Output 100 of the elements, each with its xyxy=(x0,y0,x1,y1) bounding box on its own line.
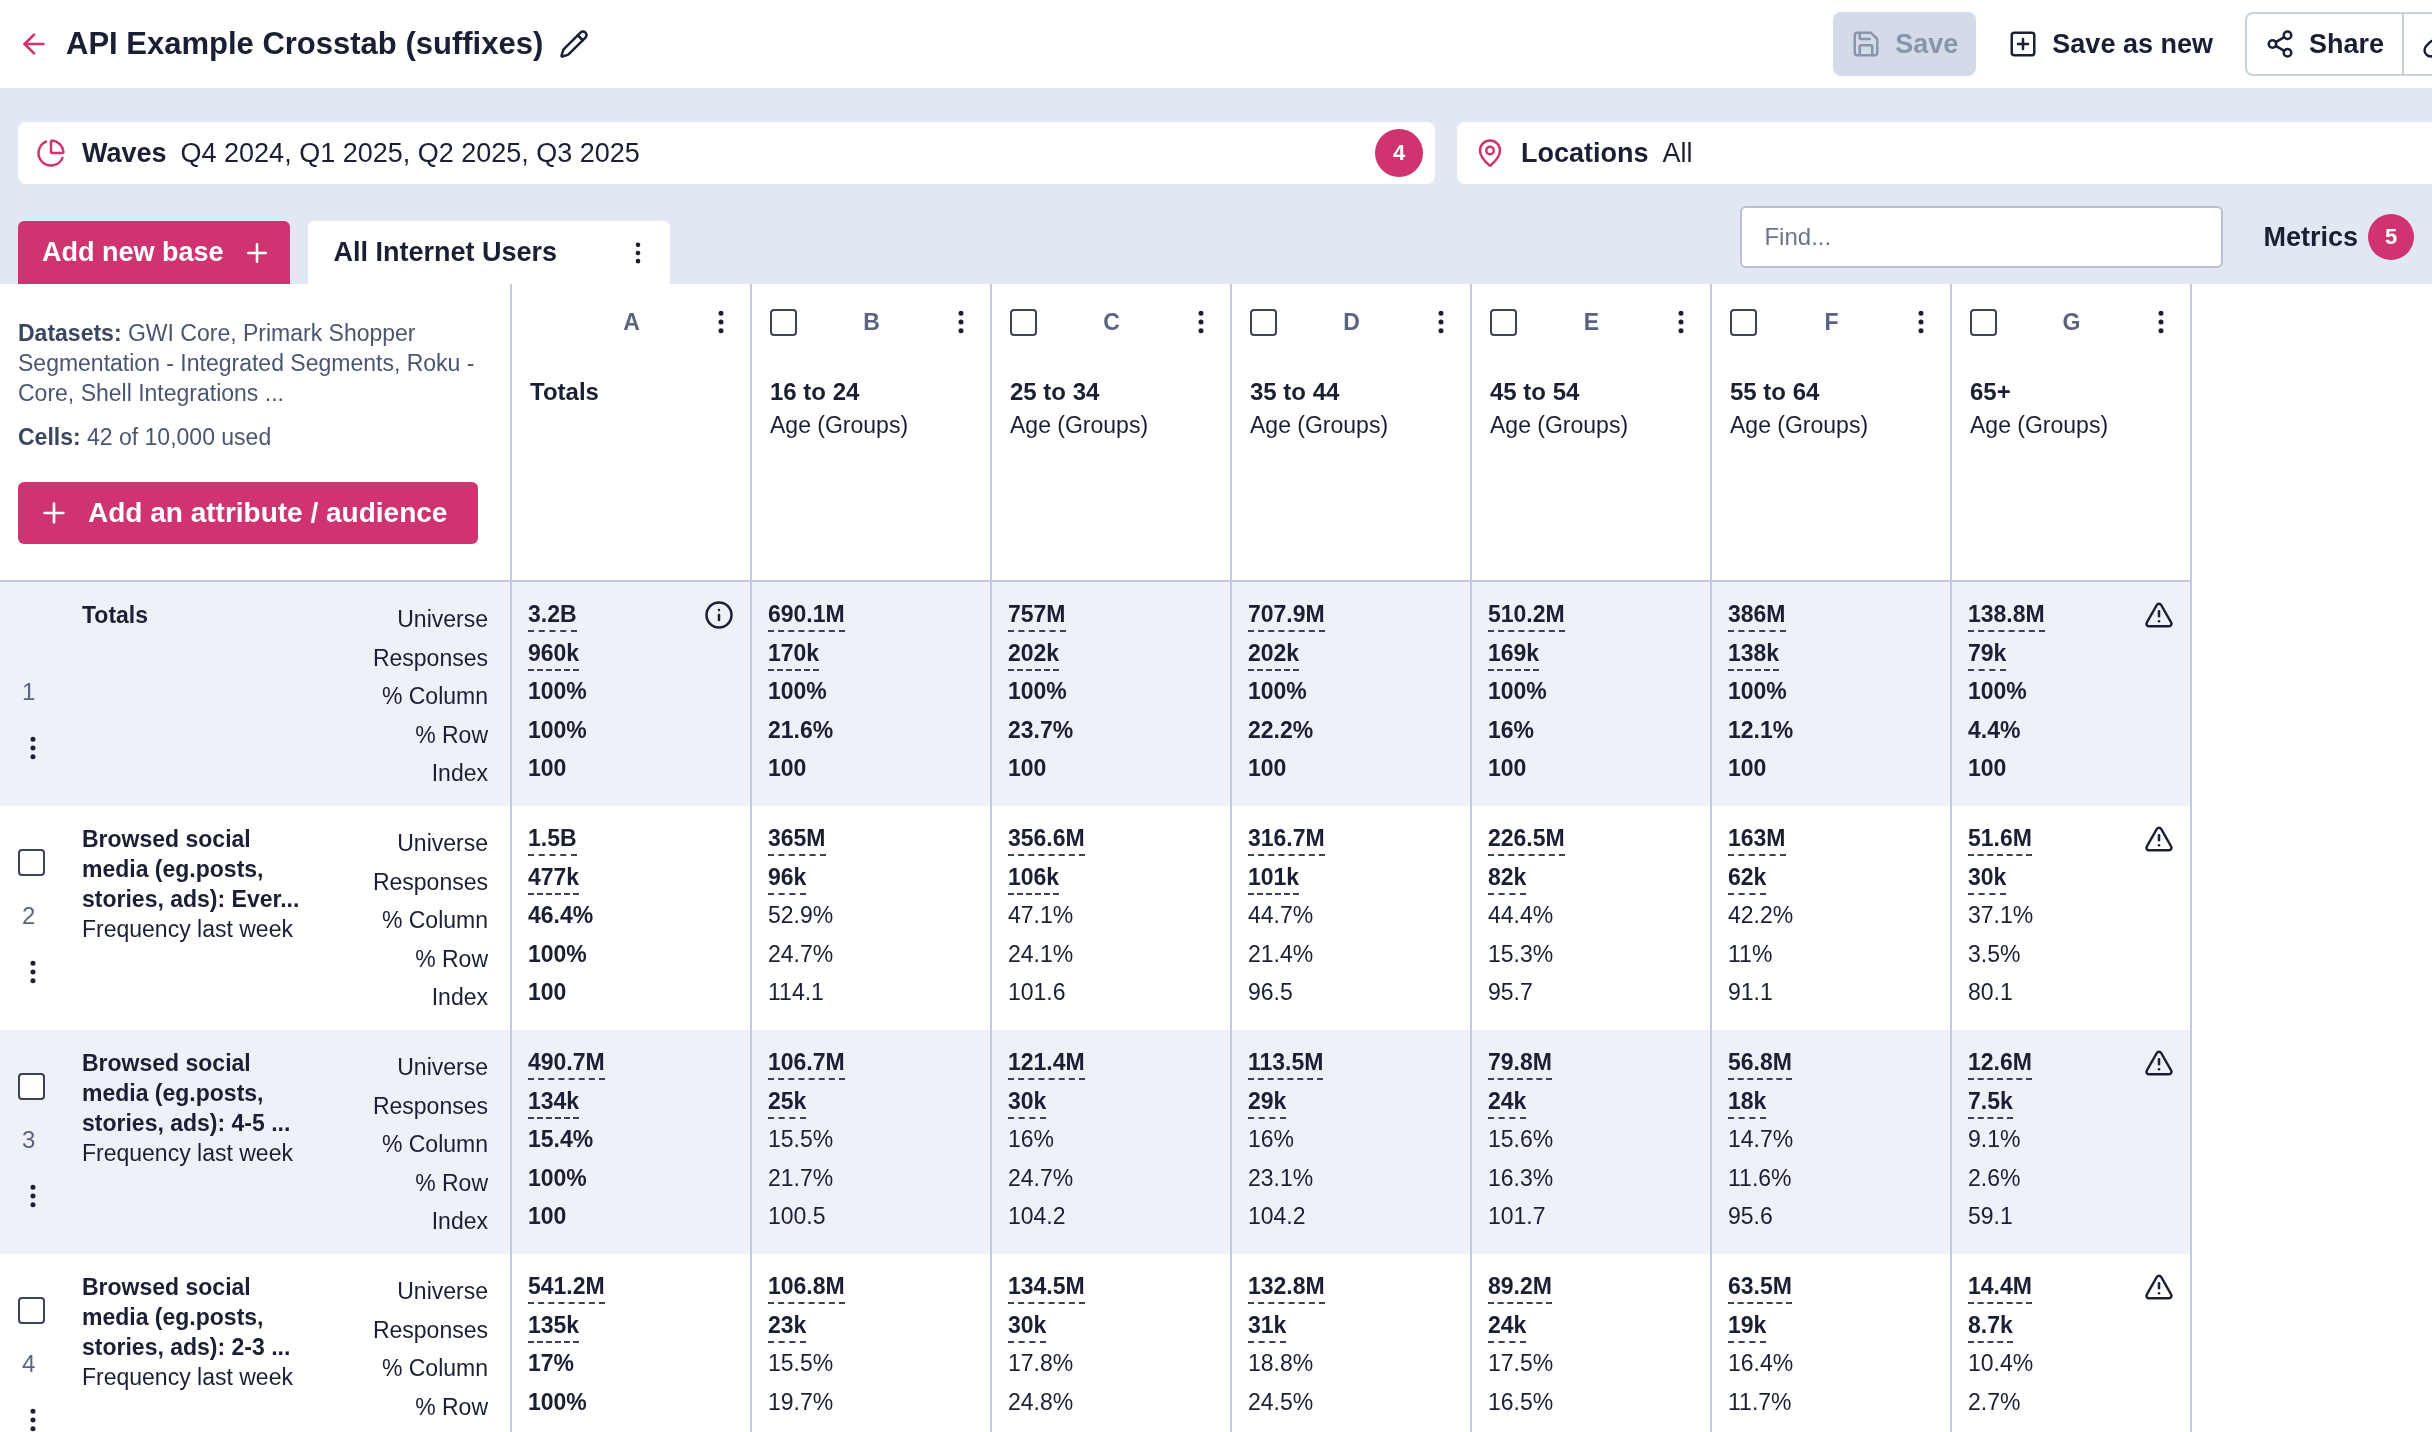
metric-label: Responses xyxy=(372,1091,488,1121)
cell-value: 9.1% xyxy=(1968,1125,2021,1154)
cell-value[interactable]: 19k xyxy=(1728,1306,1767,1343)
cell-value[interactable]: 134.5M xyxy=(1008,1268,1085,1304)
cell-value[interactable]: 24k xyxy=(1488,1306,1527,1343)
cell-value[interactable]: 135k xyxy=(528,1306,580,1343)
cell-value[interactable]: 79.8M xyxy=(1488,1044,1552,1080)
add-base-button[interactable]: Add new base xyxy=(18,221,290,284)
cell-value: 104.2 xyxy=(1008,1202,1066,1231)
column-checkbox[interactable] xyxy=(1970,308,1997,336)
cell-value[interactable]: 386M xyxy=(1728,596,1786,632)
metric-label: Index xyxy=(431,983,488,1012)
cell-value[interactable]: 510.2M xyxy=(1488,596,1565,632)
cell-value[interactable]: 132.8M xyxy=(1248,1268,1325,1304)
cell-value[interactable]: 356.6M xyxy=(1008,820,1085,856)
waves-filter[interactable]: Waves Q4 2024, Q1 2025, Q2 2025, Q3 2025 4 xyxy=(18,122,1435,184)
cell-value[interactable]: 365M xyxy=(768,820,826,856)
cell-value[interactable]: 202k xyxy=(1248,634,1300,671)
warning-icon[interactable] xyxy=(2144,1272,2174,1302)
cell-value[interactable]: 170k xyxy=(768,634,820,671)
cell-value: 59.1 xyxy=(1968,1202,2013,1231)
cell-value[interactable]: 24k xyxy=(1488,1082,1527,1119)
cell-value[interactable]: 79k xyxy=(1968,634,2007,671)
cell-value[interactable]: 541.2M xyxy=(528,1268,605,1304)
cell-value: 18.8% xyxy=(1248,1349,1314,1378)
cell-value: 52.9% xyxy=(768,901,834,930)
cell-value[interactable]: 101k xyxy=(1248,858,1300,895)
cell-value: 95.6 xyxy=(1728,1202,1773,1231)
cell-value[interactable]: 18k xyxy=(1728,1082,1767,1119)
cell-value[interactable]: 757M xyxy=(1008,596,1066,632)
cell-value[interactable]: 14.4M xyxy=(1968,1268,2032,1304)
row-checkbox[interactable] xyxy=(18,1072,45,1100)
cell-value[interactable]: 202k xyxy=(1008,634,1060,671)
cell-value: 22.2% xyxy=(1248,715,1314,745)
find-field[interactable]: Find... xyxy=(1740,206,2224,268)
column-checkbox[interactable] xyxy=(1490,308,1517,336)
cell-value[interactable]: 63.5M xyxy=(1728,1268,1792,1304)
cell-value[interactable]: 960k xyxy=(528,634,580,671)
cell-value: 47.1% xyxy=(1008,901,1074,930)
cell-value[interactable]: 3.2B xyxy=(528,596,577,632)
cell-value[interactable]: 30k xyxy=(1008,1082,1047,1119)
column-checkbox[interactable] xyxy=(1010,308,1037,336)
cell-value[interactable]: 89.2M xyxy=(1488,1268,1552,1304)
cell-value[interactable]: 30k xyxy=(1008,1306,1047,1343)
column-checkbox[interactable] xyxy=(1250,308,1277,336)
cell-value[interactable]: 138k xyxy=(1728,634,1780,671)
cell-value[interactable]: 23k xyxy=(768,1306,807,1343)
cell-value[interactable]: 12.6M xyxy=(1968,1044,2032,1080)
base-tab[interactable]: All Internet Users xyxy=(307,221,670,284)
cell-value[interactable]: 707.9M xyxy=(1248,596,1325,632)
column-title: 16 to 24 xyxy=(770,378,861,406)
warning-icon[interactable] xyxy=(2144,824,2174,854)
info-icon[interactable] xyxy=(704,600,734,630)
column-title: 35 to 44 xyxy=(1250,378,1341,406)
cell-value[interactable]: 62k xyxy=(1728,858,1767,895)
column-letter: E xyxy=(1582,308,1601,336)
cell-value[interactable]: 121.4M xyxy=(1008,1044,1085,1080)
cell-value[interactable]: 1.5B xyxy=(528,820,577,856)
column-checkbox[interactable] xyxy=(770,308,797,336)
cell-value[interactable]: 31k xyxy=(1248,1306,1287,1343)
locations-filter[interactable]: Locations All xyxy=(1457,122,2432,184)
cell-value: 17% xyxy=(528,1349,575,1378)
cell-value[interactable]: 169k xyxy=(1488,634,1540,671)
cell-value[interactable]: 316.7M xyxy=(1248,820,1325,856)
row-subtitle: Frequency last week xyxy=(82,1363,294,1392)
cell-value[interactable]: 106k xyxy=(1008,858,1060,895)
metrics-button[interactable]: Metrics 5 xyxy=(2263,214,2414,260)
cell-value[interactable]: 163M xyxy=(1728,820,1786,856)
cell-value[interactable]: 490.7M xyxy=(528,1044,605,1080)
edit-title-button[interactable] xyxy=(559,29,590,59)
cell-value: 15.6% xyxy=(1488,1125,1554,1154)
cell-value: 100.5 xyxy=(768,1202,826,1231)
cell-value[interactable]: 30k xyxy=(1968,858,2007,895)
cell-value[interactable]: 134k xyxy=(528,1082,580,1119)
cell-value[interactable]: 477k xyxy=(528,858,580,895)
cell-value[interactable]: 29k xyxy=(1248,1082,1287,1119)
column-checkbox[interactable] xyxy=(1730,308,1757,336)
cell-value[interactable]: 690.1M xyxy=(768,596,845,632)
cell-value[interactable]: 106.7M xyxy=(768,1044,845,1080)
cell-value[interactable]: 82k xyxy=(1488,858,1527,895)
column-subtitle: Age (Groups) xyxy=(1010,412,1150,439)
cell-value[interactable]: 7.5k xyxy=(1968,1082,2013,1119)
cell-value[interactable]: 25k xyxy=(768,1082,807,1119)
row-checkbox[interactable] xyxy=(18,1296,45,1324)
warning-icon[interactable] xyxy=(2144,600,2174,630)
cell-value[interactable]: 56.8M xyxy=(1728,1044,1792,1080)
cell-value[interactable]: 96k xyxy=(768,858,807,895)
cell-value[interactable]: 106.8M xyxy=(768,1268,845,1304)
share-button[interactable]: Share xyxy=(2244,12,2404,76)
cell-value[interactable]: 138.8M xyxy=(1968,596,2045,632)
cell-value[interactable]: 8.7k xyxy=(1968,1306,2013,1343)
add-attribute-button[interactable]: Add an attribute / audience xyxy=(18,482,478,544)
row-checkbox[interactable] xyxy=(18,848,45,876)
row-title: Totals xyxy=(82,601,150,630)
cell-value[interactable]: 113.5M xyxy=(1248,1044,1324,1080)
metric-label: Responses xyxy=(372,867,488,897)
warning-icon[interactable] xyxy=(2144,1048,2174,1078)
cell-value[interactable]: 51.6M xyxy=(1968,820,2032,856)
cell-value[interactable]: 226.5M xyxy=(1488,820,1565,856)
column-letter: C xyxy=(1102,308,1121,336)
